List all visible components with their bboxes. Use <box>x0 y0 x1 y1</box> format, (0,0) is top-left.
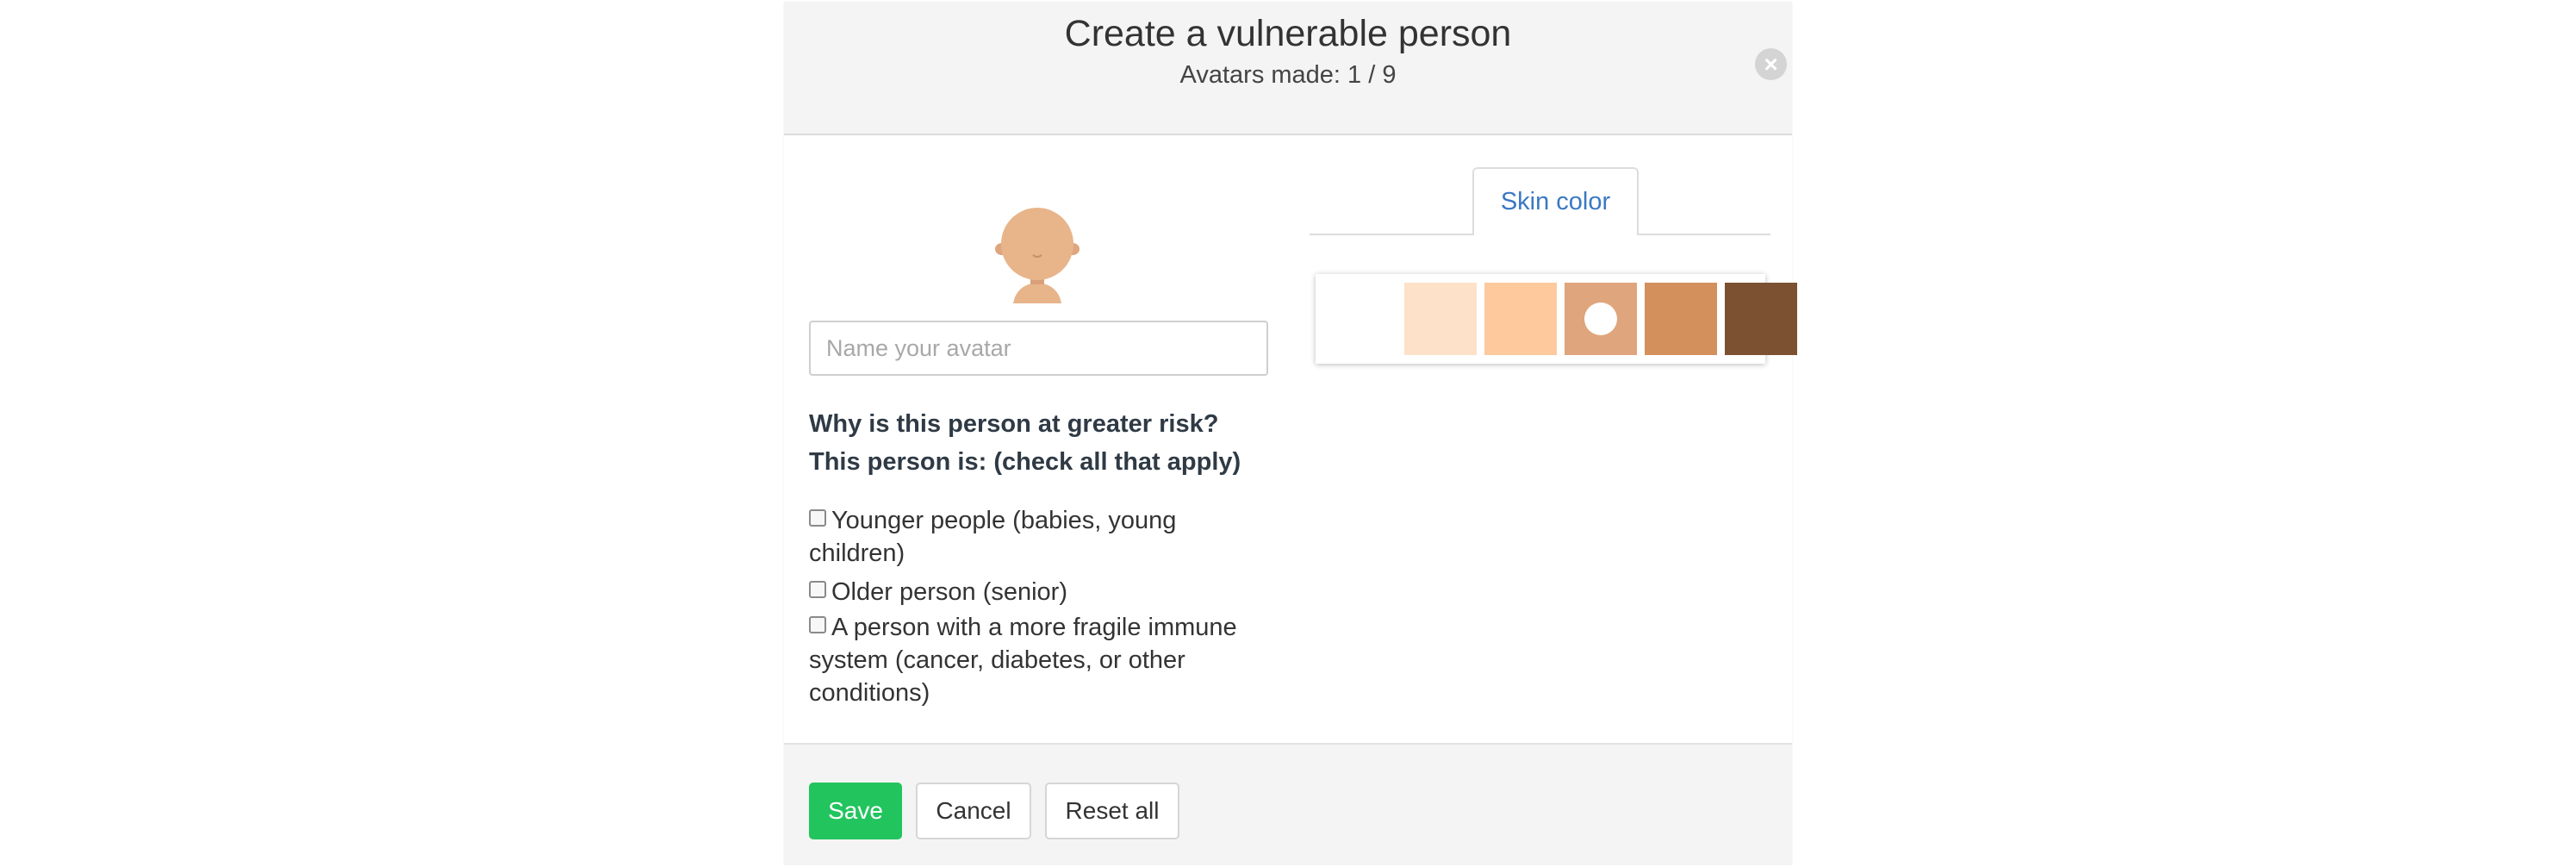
option-fragile-immune[interactable]: A person with a more fragile immune syst… <box>809 611 1274 709</box>
skin-swatch-6[interactable] <box>1725 283 1797 355</box>
checkbox-fragile-immune[interactable] <box>809 616 826 633</box>
option-older-person[interactable]: Older person (senior) <box>809 576 1274 608</box>
checkbox-older-person[interactable] <box>809 581 826 598</box>
tab-skin-color[interactable]: Skin color <box>1472 167 1639 235</box>
close-icon[interactable]: × <box>1755 48 1787 80</box>
avatar-name-input[interactable] <box>809 321 1268 376</box>
skin-swatch-4[interactable] <box>1565 283 1637 355</box>
option-label: A person with a more fragile immune syst… <box>809 614 1237 707</box>
option-label: Older person (senior) <box>831 578 1067 606</box>
option-younger-people[interactable]: Younger people (babies, young children) <box>809 504 1274 570</box>
risk-instruction: This person is: (check all that apply) <box>809 448 1241 476</box>
modal-header: Create a vulnerable person Avatars made:… <box>784 2 1792 135</box>
skin-color-palette <box>1316 274 1797 364</box>
skin-swatch-1[interactable] <box>1324 283 1397 355</box>
selected-swatch-indicator <box>1584 303 1617 335</box>
avatar-shoulders <box>1013 283 1061 303</box>
skin-swatch-5[interactable] <box>1645 283 1717 355</box>
create-avatar-modal: Create a vulnerable person Avatars made:… <box>784 2 1797 865</box>
cancel-button[interactable]: Cancel <box>916 783 1031 839</box>
modal-footer: Save Cancel Reset all <box>784 743 1792 865</box>
avatars-made-counter: Avatars made: 1 / 9 <box>1179 61 1397 89</box>
baby-avatar-icon <box>995 208 1080 303</box>
option-label: Younger people (babies, young children) <box>809 507 1177 567</box>
checkbox-younger-people[interactable] <box>809 509 826 527</box>
risk-question: Why is this person at greater risk? <box>809 410 1219 438</box>
modal-title: Create a vulnerable person <box>1064 13 1512 54</box>
skin-swatch-3[interactable] <box>1484 283 1557 355</box>
save-button[interactable]: Save <box>809 783 902 839</box>
reset-all-button[interactable]: Reset all <box>1045 783 1179 839</box>
avatar-head <box>1001 208 1073 280</box>
skin-swatch-2[interactable] <box>1404 283 1477 355</box>
